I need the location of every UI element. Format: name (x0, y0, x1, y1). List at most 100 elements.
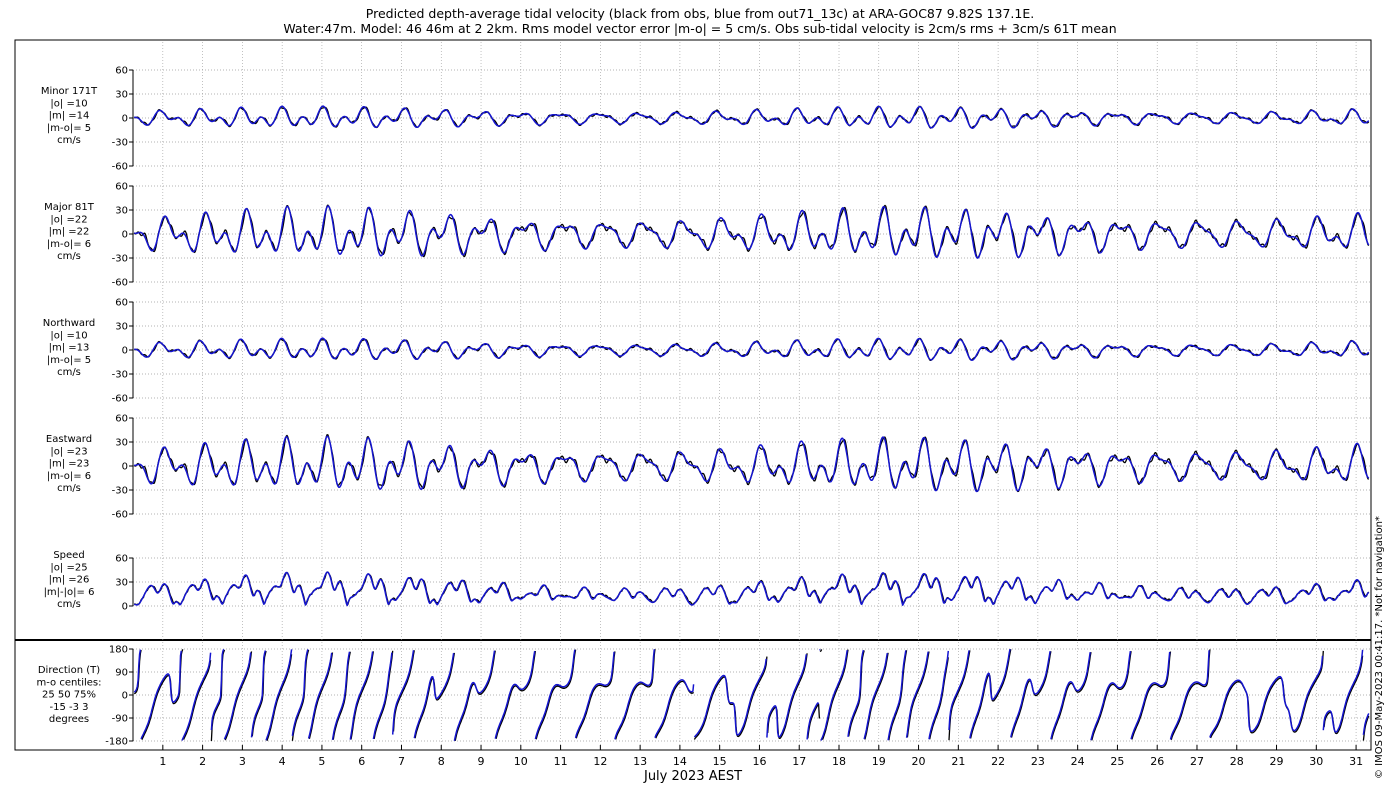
series-model-line (134, 337, 1370, 361)
panel-label-line: |m| =26 (49, 575, 90, 586)
x-tick-label: 24 (1071, 755, 1085, 768)
panel-label-line: |m-o|= 6 (47, 239, 91, 250)
x-tick-label: 21 (951, 755, 965, 768)
y-tick-label: 0 (122, 346, 128, 357)
x-tick-label: 18 (832, 755, 846, 768)
x-tick-label: 29 (1270, 755, 1284, 768)
panel-label-line: |m| =22 (49, 227, 90, 238)
panel-label-line: |m| =23 (49, 459, 90, 470)
panel-label-line: degrees (49, 714, 89, 725)
x-tick-label: 12 (593, 755, 607, 768)
series-model-line (134, 435, 1370, 493)
y-tick-label: 30 (115, 322, 128, 333)
panel-label-line: Eastward (46, 434, 92, 445)
x-tick-label: 22 (991, 755, 1005, 768)
y-tick-label: 60 (115, 66, 128, 77)
x-tick-label: 9 (478, 755, 485, 768)
panel-label-line: |o| =10 (50, 98, 87, 109)
x-tick-label: 10 (514, 755, 528, 768)
y-tick-label: -30 (112, 486, 128, 497)
panel-label-line: -15 -3 3 (49, 702, 88, 713)
day-gridlines (162, 42, 1357, 748)
x-tick-label: 7 (398, 755, 405, 768)
x-tick-label: 5 (318, 755, 325, 768)
panel-label-line: cm/s (57, 251, 81, 262)
y-tick-label: -60 (112, 510, 128, 521)
x-tick-label: 23 (1031, 755, 1045, 768)
x-tick-label: 11 (554, 755, 568, 768)
panel-label-line: Major 81T (44, 202, 95, 213)
upper-frame (14, 39, 1372, 641)
panel-label-line: 25 50 75% (42, 690, 96, 701)
panel-major: -60 -30 0 30 60 Major 81T|o| =22 |m| =22|m-o|=… (44, 182, 1370, 289)
panel-label-line: m-o centiles: (36, 677, 101, 688)
panel-label-line: cm/s (57, 599, 81, 610)
x-tick-label: 31 (1349, 755, 1363, 768)
y-tick-label: 90 (115, 668, 128, 679)
y-tick-label: 60 (115, 554, 128, 565)
x-tick-label: 15 (713, 755, 727, 768)
y-tick-label: -180 (105, 737, 128, 748)
x-tick-label: 13 (633, 755, 647, 768)
y-tick-label: 0 (122, 691, 128, 702)
y-tick-label: 0 (122, 462, 128, 473)
y-tick-label: 30 (115, 578, 128, 589)
direction-frame (14, 639, 1372, 751)
y-tick-label: -90 (112, 714, 128, 725)
x-axis-label: July 2023 AEST (643, 769, 743, 784)
y-tick-label: 30 (115, 438, 128, 449)
series-obs-line (133, 434, 1370, 493)
panel-eastward: -60 -30 0 30 60 Eastward|o| =23 |m| =23|m-o|= … (46, 414, 1370, 521)
x-tick-label: 4 (279, 755, 286, 768)
panel-northward: -60 -30 0 30 60 Northward|o| =10 |m| =13|m-o|=… (43, 298, 1370, 405)
y-tick-label: 0 (122, 230, 128, 241)
y-tick-label: 30 (115, 90, 128, 101)
panel-direction: -180 -90 0 90 180 Direction (T)m-o centiles: 2… (36, 645, 1370, 748)
y-tick-label: -30 (112, 138, 128, 149)
x-tick-label: 2 (199, 755, 206, 768)
panel-label-line: |o| =23 (50, 446, 87, 457)
x-tick-label: 1 (159, 755, 166, 768)
y-tick-label: 0 (122, 114, 128, 125)
y-tick-label: -60 (112, 162, 128, 173)
panel-label-line: cm/s (57, 367, 81, 378)
y-tick-label: 30 (115, 206, 128, 217)
panel-label-line: |m|-|o|= 6 (44, 587, 95, 598)
x-tick-label: 14 (673, 755, 687, 768)
x-tick-label: 19 (872, 755, 886, 768)
x-tick-label: 27 (1190, 755, 1204, 768)
panel-label-line: |o| =22 (50, 214, 87, 225)
x-tick-label: 8 (438, 755, 445, 768)
y-tick-label: 0 (122, 602, 128, 613)
y-tick-label: -30 (112, 370, 128, 381)
x-tick-label: 17 (792, 755, 806, 768)
y-tick-label: 60 (115, 414, 128, 425)
y-tick-label: -60 (112, 394, 128, 405)
x-tick-label: 30 (1309, 755, 1323, 768)
y-tick-label: 180 (109, 645, 128, 656)
panel-label-line: |o| =25 (50, 562, 87, 573)
x-tick-label: 20 (912, 755, 926, 768)
panel-label-line: |m-o|= 6 (47, 471, 91, 482)
x-tick-label: 26 (1150, 755, 1164, 768)
y-tick-label: 60 (115, 298, 128, 309)
y-tick-label: -60 (112, 278, 128, 289)
x-tick-label: 3 (239, 755, 246, 768)
panel-label-line: |m| =14 (49, 111, 90, 122)
series-model-line (134, 105, 1370, 129)
panel-label-line: |m-o|= 5 (47, 123, 91, 134)
panel-label-line: cm/s (57, 483, 81, 494)
panel-label-line: Northward (43, 318, 96, 329)
panel-minor: -60 -30 0 30 60 Minor 171T|o| =10 |m| =14|m-o|… (41, 66, 1370, 173)
tidal-velocity-figure: 1 2 3 4 5 6 7 8 9 10 11 12 13 14 15 16 17 18 19 20 21 22 23 24 2… (14, 39, 1372, 768)
x-tick-label: 16 (752, 755, 766, 768)
panel-label-line: cm/s (57, 135, 81, 146)
series-obs-line (133, 204, 1370, 259)
panel-label-line: |o| =10 (50, 330, 87, 341)
y-tick-label: 60 (115, 182, 128, 193)
x-tick-label: 6 (358, 755, 365, 768)
panel-label-line: Direction (T) (38, 665, 100, 676)
panel-label-line: |m-o|= 5 (47, 355, 91, 366)
x-tick-label: 25 (1110, 755, 1124, 768)
imos-credit-note: © IMOS 09-May-2023 00:41:17. *Not for na… (1374, 516, 1385, 779)
